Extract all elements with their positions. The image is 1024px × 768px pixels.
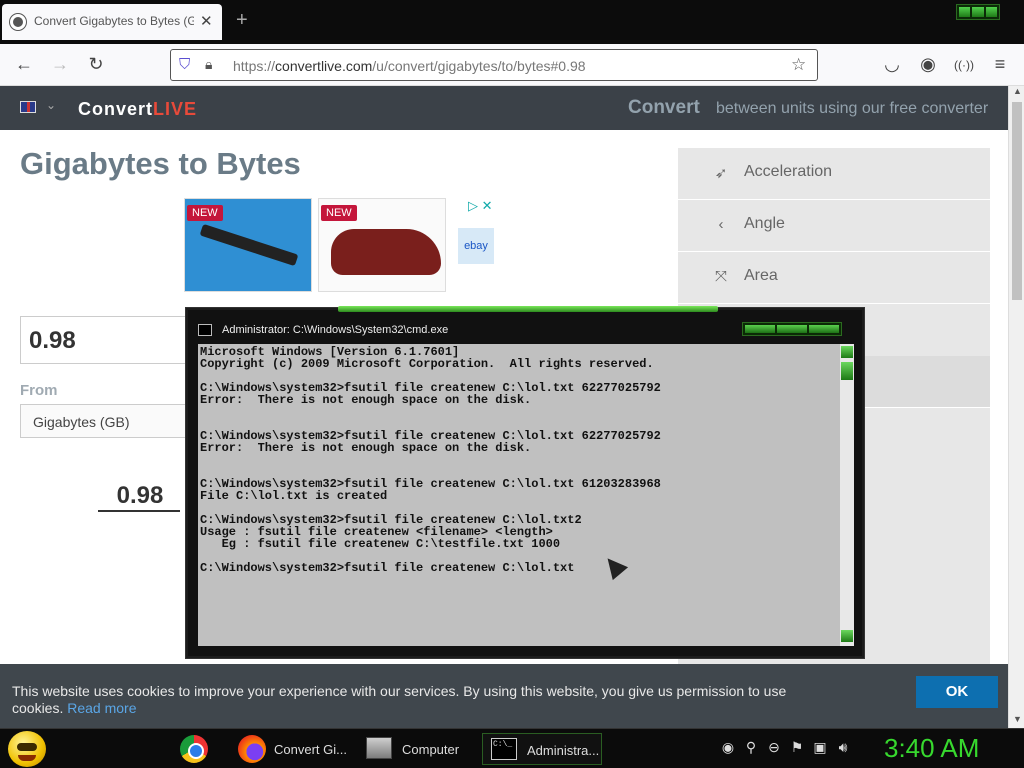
browser-tab-bar: Convert Gigabytes to Bytes (GB ✕ + (0, 0, 1024, 44)
close-tab-icon[interactable]: ✕ (200, 12, 213, 30)
taskbar-firefox[interactable]: Convert Gi... (236, 733, 347, 765)
header-tagline: between units using our free converter (716, 100, 989, 117)
read-more-link[interactable]: Read more (67, 700, 136, 716)
firefox-icon (238, 735, 266, 763)
header-convert: Convert (628, 97, 700, 118)
console-scrollbar[interactable] (840, 344, 854, 646)
tab-title: Convert Gigabytes to Bytes (GB (34, 14, 194, 28)
new-badge: NEW (187, 205, 223, 221)
taskbar-computer[interactable]: Computer (364, 733, 474, 765)
tracking-shield-icon[interactable]: ⛉ (179, 56, 190, 73)
window-glow (338, 306, 718, 312)
new-badge: NEW (321, 205, 357, 221)
from-unit-select[interactable]: Gigabytes (GB) (20, 404, 190, 438)
window-controls[interactable] (956, 4, 1000, 20)
chevron-down-icon[interactable]: ⌄ (46, 98, 56, 112)
lock-icon[interactable]: 🔒︎ (205, 56, 212, 73)
site-favicon-icon (10, 14, 26, 30)
scroll-down-icon[interactable]: ▼ (1013, 714, 1022, 724)
cmd-icon: C:\_ (491, 738, 517, 760)
page-scrollbar[interactable]: ▲ ▼ (1008, 86, 1024, 728)
result-value: 0.98 (116, 482, 164, 509)
ad-banner[interactable]: NEW NEW ▷ ✕ ebay (184, 198, 500, 294)
page-title: Gigabytes to Bytes (20, 146, 301, 181)
cookie-banner: This website uses cookies to improve you… (0, 664, 1008, 728)
chrome-icon (180, 735, 208, 763)
network-icon[interactable]: ▣ (812, 739, 828, 755)
scroll-up-icon[interactable]: ▲ (1013, 86, 1022, 96)
result-underline (98, 510, 180, 512)
area-icon: ⤧ (714, 268, 727, 285)
scroll-up-icon[interactable] (841, 346, 853, 358)
taskbar: Convert Gi... Computer C:\_ Administra..… (0, 728, 1024, 768)
from-label: From (20, 382, 58, 399)
site-logo[interactable]: ConvertLIVE (78, 99, 197, 120)
reload-icon[interactable]: ↻ (84, 54, 108, 75)
system-tray: ◉ ⚲ ⊖ ⚑ ▣ 🔊︎ (720, 739, 851, 755)
taskbar-cmd[interactable]: C:\_ Administra... (482, 733, 602, 765)
category-area[interactable]: ⤧ Area (678, 252, 990, 304)
category-angle[interactable]: ‹ Angle (678, 200, 990, 252)
cookie-text: This website uses cookies to improve you… (12, 683, 787, 716)
uk-flag-icon[interactable] (20, 101, 36, 113)
category-acceleration[interactable]: ➶ Acceleration (678, 148, 990, 200)
angle-icon: ‹ (718, 216, 724, 233)
search-icon[interactable]: ⚲ (743, 739, 759, 755)
shoe-image (331, 229, 441, 275)
start-button[interactable] (8, 731, 46, 767)
extensions-icon[interactable]: ((·)) (952, 58, 976, 72)
cmd-title: Administrator: C:\Windows\System32\cmd.e… (222, 324, 449, 336)
media-icon[interactable]: ◉ (720, 739, 736, 755)
cmd-icon (198, 324, 212, 336)
new-tab-icon[interactable]: + (236, 9, 248, 32)
cookie-ok-button[interactable]: OK (916, 676, 998, 708)
forward-icon[interactable]: → (48, 54, 72, 75)
cmd-window-controls[interactable] (742, 322, 842, 336)
ad-image-shoe[interactable]: NEW (318, 198, 446, 292)
site-header: ⌄ ConvertLIVE Convert between units usin… (0, 86, 1008, 130)
ad-image-cable[interactable]: NEW (184, 198, 312, 292)
browser-nav-bar: ← → ↻ ⛉ 🔒︎ https://convertlive.com/u/con… (0, 44, 1024, 86)
scroll-down-icon[interactable] (841, 630, 853, 642)
account-icon[interactable]: ◉ (916, 54, 940, 75)
browser-tab[interactable]: Convert Gigabytes to Bytes (GB ✕ (2, 4, 222, 40)
minus-icon[interactable]: ⊖ (766, 739, 782, 755)
console-text: Microsoft Windows [Version 6.1.7601] Cop… (200, 345, 661, 575)
flag-icon[interactable]: ⚑ (789, 739, 805, 755)
computer-icon (366, 737, 392, 759)
rocket-icon: ➶ (714, 165, 728, 182)
pocket-icon[interactable]: ◡ (880, 54, 904, 75)
taskbar-chrome[interactable] (180, 733, 210, 765)
ebay-logo[interactable]: ebay (458, 228, 494, 264)
cable-image (199, 223, 299, 267)
address-bar[interactable]: ⛉ 🔒︎ https://convertlive.com/u/convert/g… (170, 49, 818, 81)
scrollbar-thumb[interactable] (1012, 102, 1022, 300)
back-icon[interactable]: ← (12, 54, 36, 75)
value-input[interactable]: 0.98 (20, 316, 190, 364)
cmd-window[interactable]: Administrator: C:\Windows\System32\cmd.e… (186, 306, 864, 658)
console-output[interactable]: Microsoft Windows [Version 6.1.7601] Cop… (198, 344, 840, 646)
volume-icon[interactable]: 🔊︎ (835, 739, 851, 755)
menu-icon[interactable]: ≡ (988, 54, 1012, 75)
scrollbar-thumb[interactable] (841, 362, 853, 380)
clock[interactable]: 3:40 AM (884, 733, 979, 764)
url-text[interactable]: https://convertlive.com/u/convert/gigaby… (233, 58, 586, 74)
adchoices-icon[interactable]: ▷ ✕ (468, 198, 493, 214)
bookmark-star-icon[interactable]: ☆ (791, 55, 806, 75)
